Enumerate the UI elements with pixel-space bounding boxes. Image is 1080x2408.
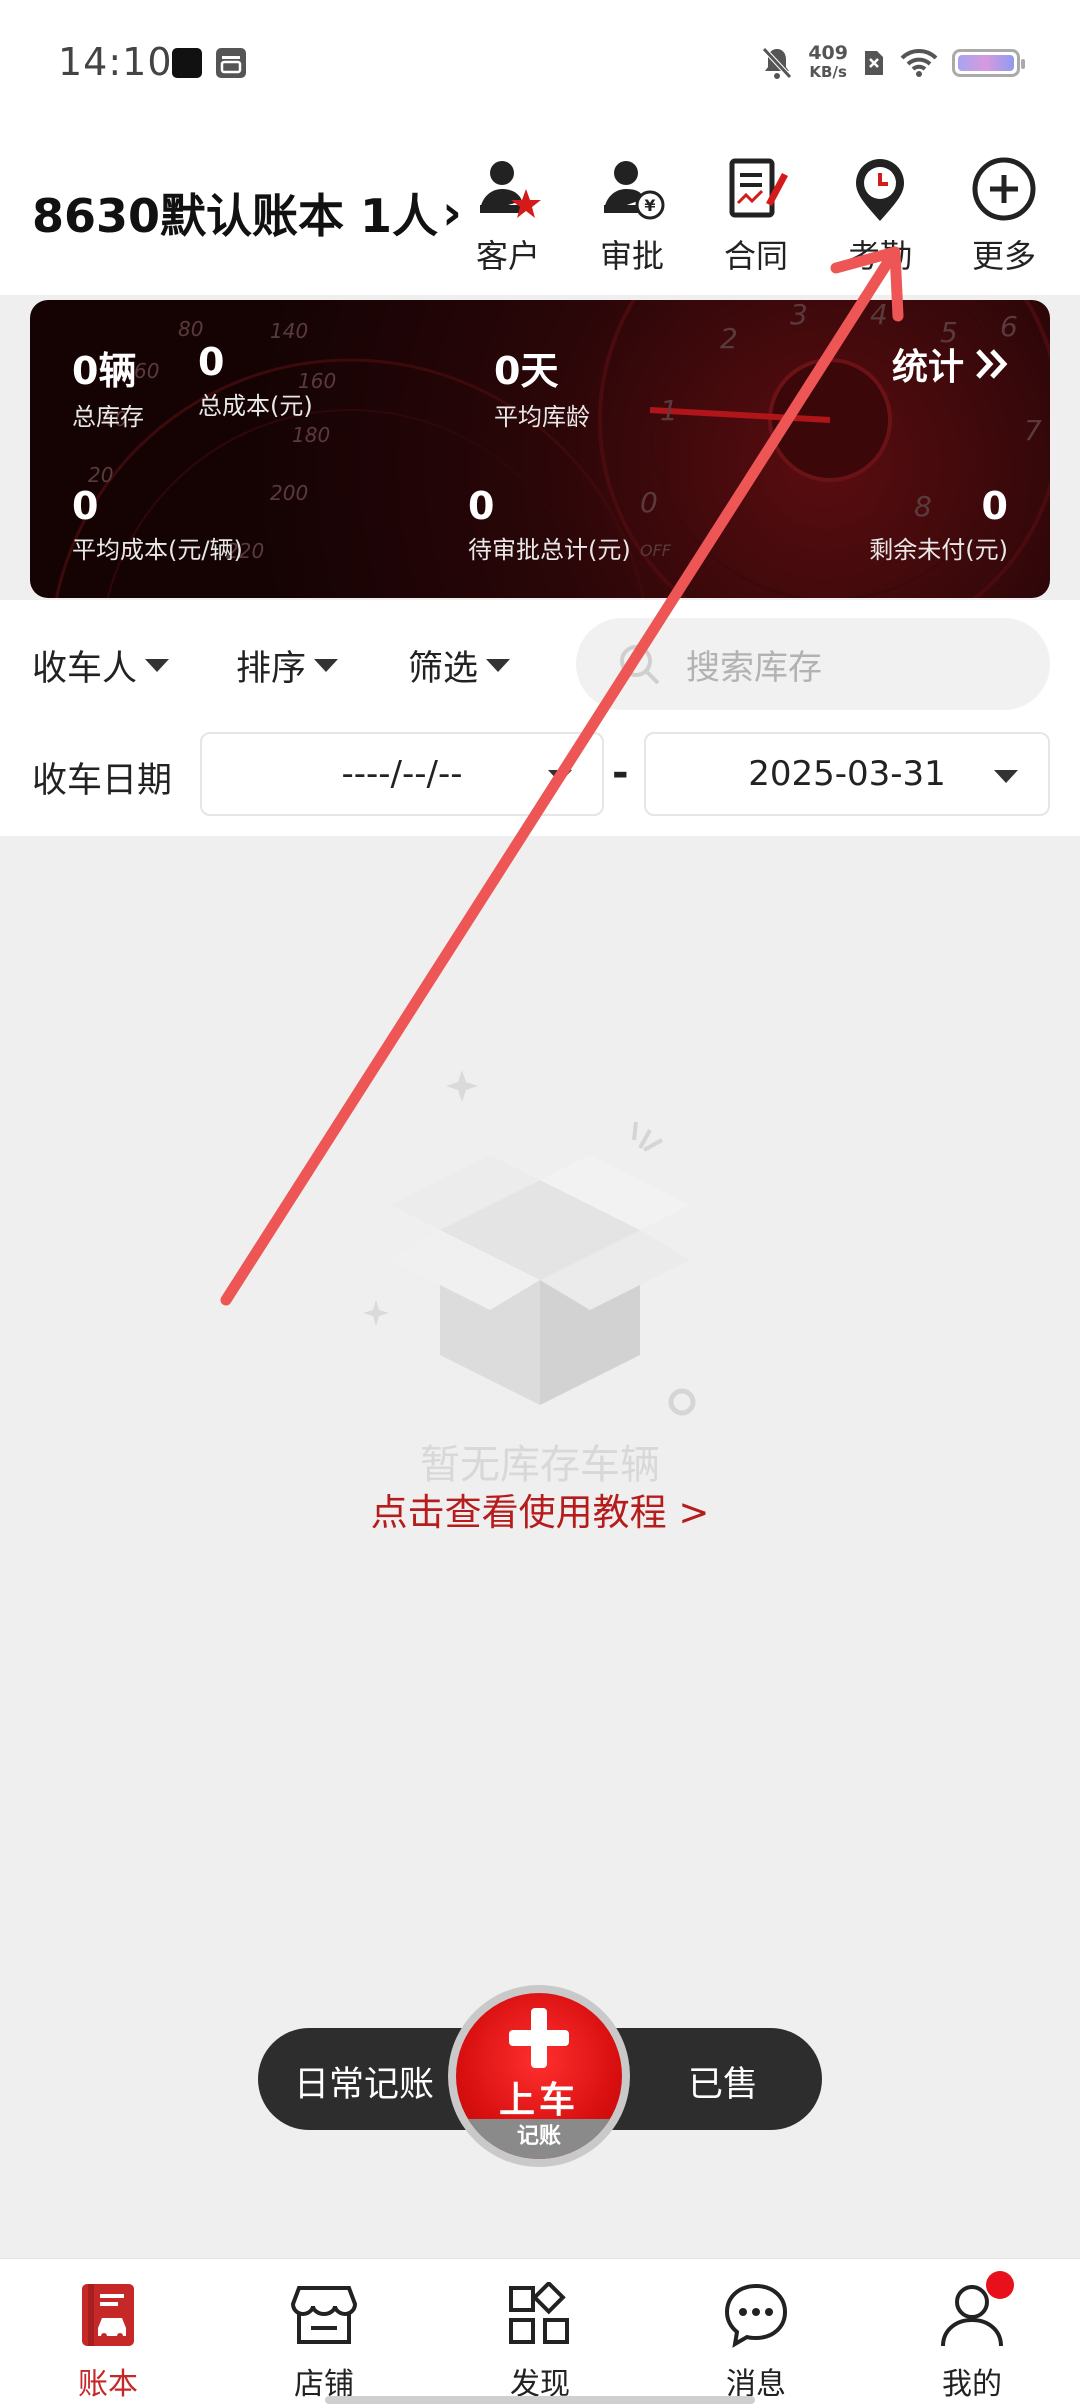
contract-label: 合同 [723,237,788,275]
network-speed: 409 KB/s [808,42,848,82]
date-to-picker[interactable]: 2025-03-31 [644,732,1050,816]
notification-badge [986,2271,1014,2299]
triangle-down-icon [548,770,572,783]
date-separator: - [612,750,629,796]
search-input[interactable]: 搜索库存 [576,618,1050,710]
attendance-icon [844,153,916,225]
svg-text:OFF: OFF [640,541,672,560]
svg-text:2: 2 [720,322,738,355]
date-to-value: 2025-03-31 [748,754,946,794]
sold-button[interactable]: 已售 [688,2056,758,2107]
ledger-selector[interactable]: 8630默认账本 1人 › [32,180,462,246]
mute-bell-icon [762,47,793,79]
tab-messages[interactable]: 消息 [686,2279,826,2403]
tab-discover[interactable]: 发现 [470,2279,610,2403]
more-label: 更多 [971,237,1036,275]
svg-text:0: 0 [640,486,658,519]
date-from-value: ----/--/-- [341,754,463,794]
search-placeholder: 搜索库存 [686,647,822,688]
statistics-link[interactable]: 统计 [892,338,1010,390]
svg-text:4: 4 [870,300,888,331]
status-time: 14:10 [58,40,173,84]
tab-ledger[interactable]: 账本 [38,2279,178,2403]
triangle-down-icon [486,659,511,672]
stat-pending-approval: 0 待审批总计(元) [468,484,631,564]
status-bar: 14:10 409 KB/s [0,0,1080,125]
discover-icon [504,2279,576,2351]
tab-store[interactable]: 店铺 [254,2279,394,2403]
receiver-dropdown[interactable]: 收车人 [32,640,170,691]
contract-button[interactable]: 合同 [694,153,818,277]
sort-dropdown[interactable]: 排序 [236,640,339,691]
ledger-title: 8630默认账本 1人 [32,189,439,243]
status-icons: 409 KB/s [760,38,1025,88]
svg-text:1: 1 [660,394,678,427]
filter-label: 筛选 [408,649,479,689]
empty-box-illustration [363,1070,696,1416]
no-sim-icon [865,51,883,75]
receiver-label: 收车人 [32,649,138,689]
approval-icon: ¥ [596,153,668,225]
notification-tray-icon [216,48,246,78]
tab-profile-label: 我的 [942,2367,1002,2402]
svg-text:7: 7 [1024,414,1042,447]
wifi-icon [900,48,938,77]
stat-total-stock: 0辆 总库存 [72,349,144,431]
daily-accounting-button[interactable]: 日常记账 [294,2056,434,2107]
search-icon [620,645,660,685]
sort-label: 排序 [236,649,307,689]
svg-text:200: 200 [270,481,308,505]
notification-app-icon [172,48,202,78]
svg-text:80: 80 [178,317,203,341]
double-chevron-right-icon [976,349,1008,379]
add-vehicle-sublabel: 记账 [456,2119,622,2159]
triangle-down-icon [314,659,339,672]
message-icon [720,2279,792,2351]
top-actions: 客户 ¥ 审批 合同 考勤 更多 [446,153,1066,277]
filter-dropdown[interactable]: 筛选 [408,640,511,691]
stat-remaining-unpaid: 0 剩余未付(元) [869,484,1008,564]
home-indicator [325,2396,755,2404]
stat-average-cost: 0 平均成本(元/辆) [72,484,243,564]
tutorial-link[interactable]: 点击查看使用教程 > [0,1482,1080,1536]
customer-icon [472,153,544,225]
add-vehicle-label: 上车 [498,2080,579,2121]
approval-button[interactable]: ¥ 审批 [570,153,694,277]
customer-button[interactable]: 客户 [446,153,570,277]
header: 8630默认账本 1人 › 客户 ¥ 审批 合同 考勤 更多 [0,125,1080,295]
triangle-down-icon [994,770,1018,783]
svg-text:¥: ¥ [644,196,655,215]
contract-icon [720,153,792,225]
add-vehicle-button[interactable]: 上车 记账 [448,1985,630,2167]
tab-profile[interactable]: 我的 [902,2271,1042,2403]
stat-total-cost: 0 总成本(元) [198,340,313,420]
ledger-icon [72,2279,144,2351]
profile-icon [936,2271,1014,2351]
store-icon [288,2279,360,2351]
triangle-down-icon [145,659,170,672]
date-label: 收车日期 [32,761,173,801]
svg-text:3: 3 [790,300,808,331]
svg-text:180: 180 [292,423,330,447]
battery-icon [952,49,1025,77]
tab-ledger-label: 账本 [78,2367,138,2402]
more-button[interactable]: 更多 [942,153,1066,277]
bottom-tab-bar: 账本 店铺 发现 消息 我的 [0,2258,1080,2408]
statistics-label: 统计 [891,347,964,388]
date-from-picker[interactable]: ----/--/-- [200,732,604,816]
add-vehicle-fab: 上车 记账 [456,1993,622,2159]
attendance-button[interactable]: 考勤 [818,153,942,277]
stats-card: 140 160 180 200 220 20 40 60 80 0 1 2 3 … [30,300,1050,598]
plus-circle-icon [968,153,1040,225]
filter-panel: 收车人 排序 筛选 搜索库存 收车日期 ----/--/-- - 2025-03… [0,600,1080,836]
customer-label: 客户 [475,237,540,275]
stat-average-age: 0天 平均库龄 [494,349,590,431]
approval-label: 审批 [599,237,664,275]
attendance-label: 考勤 [847,237,912,275]
